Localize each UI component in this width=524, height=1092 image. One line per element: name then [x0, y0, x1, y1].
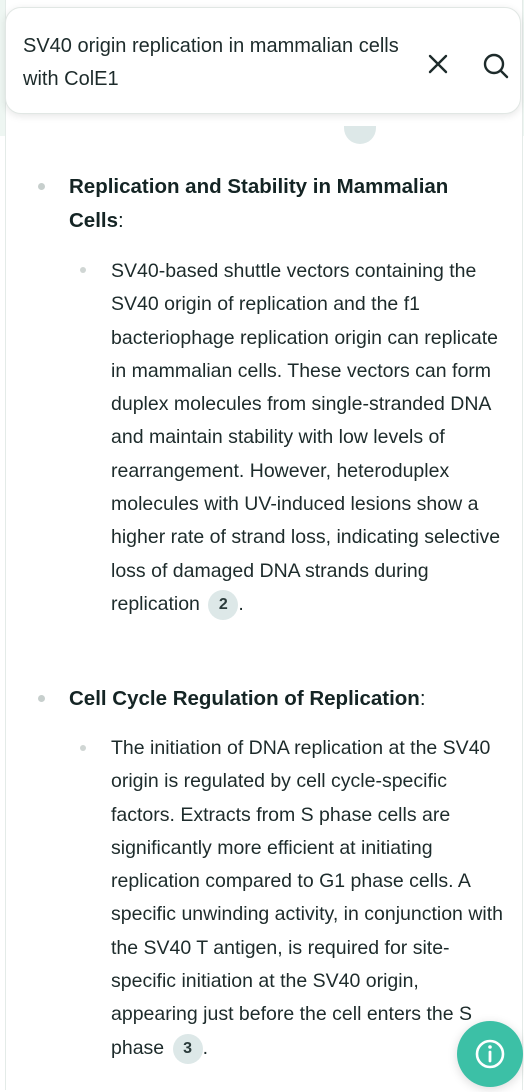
close-icon[interactable] — [420, 46, 456, 82]
citation-badge[interactable]: 2 — [208, 589, 239, 620]
info-button[interactable] — [457, 1021, 523, 1087]
heading-colon: : — [419, 687, 426, 710]
section-paragraph: SV40-based shuttle vectors containing th… — [111, 255, 506, 621]
paragraph-text: The initiation of DNA replication at the… — [111, 737, 503, 1059]
paragraph-text: SV40-based shuttle vectors containing th… — [111, 260, 501, 615]
section-heading-title: Replication and Stability in Mammalian C… — [69, 175, 449, 232]
search-icon[interactable] — [476, 46, 516, 86]
info-icon — [475, 1039, 505, 1069]
search-input[interactable]: SV40 origin replication in mammalian cel… — [23, 30, 403, 96]
section-heading: Replication and Stability in Mammalian C… — [69, 170, 489, 238]
section-heading: Cell Cycle Regulation of Replication: — [69, 682, 489, 716]
heading-colon: : — [118, 209, 124, 232]
section-paragraph: The initiation of DNA replication at the… — [111, 732, 506, 1065]
list-bullet — [38, 695, 45, 702]
sub-list-bullet — [80, 267, 86, 273]
paragraph-period: . — [238, 592, 244, 615]
sub-list-bullet — [80, 745, 86, 751]
search-bar[interactable]: SV40 origin replication in mammalian cel… — [5, 7, 521, 114]
paragraph-period: . — [202, 1036, 208, 1059]
citation-badge[interactable]: 3 — [172, 1033, 203, 1064]
section-heading-title: Cell Cycle Regulation of Replication — [69, 687, 420, 710]
list-bullet — [38, 183, 45, 190]
